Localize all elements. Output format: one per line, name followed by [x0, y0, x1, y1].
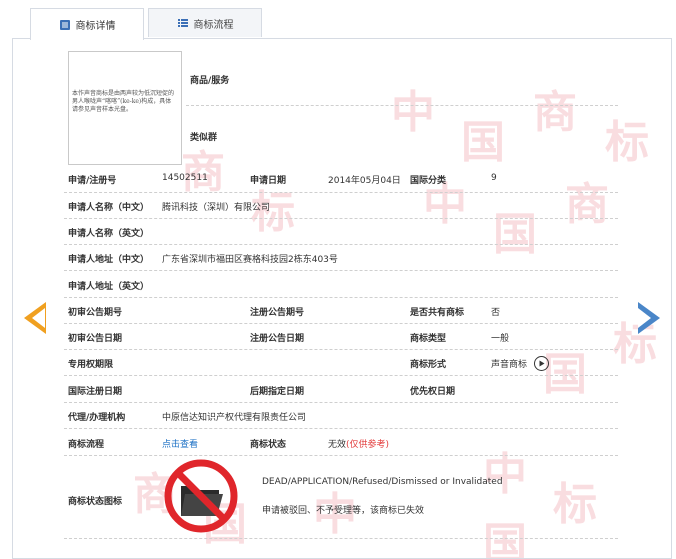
reg-pub-date-label: 注册公告日期 [250, 334, 305, 344]
tab-label: 商标详情 [75, 21, 116, 32]
trademark-type: 一般 [491, 334, 510, 344]
watermark-char: 商 [181, 147, 225, 198]
play-sound-button[interactable] [534, 356, 549, 371]
status-label: 商标状态 [250, 440, 287, 450]
application-number: 14502511 [162, 173, 208, 183]
view-process-link[interactable]: 点击查看 [162, 437, 198, 450]
tab-trademark-details[interactable]: 商标详情 [30, 8, 144, 40]
divider [64, 428, 618, 429]
divider [64, 323, 618, 324]
exclusive-period-label: 专用权期限 [68, 360, 114, 370]
applicant-cn: 腾讯科技（深圳）有限公司 [162, 203, 271, 213]
address-cn-label: 申请人地址（中文） [68, 255, 150, 265]
status-text: 无效 [328, 440, 347, 450]
arrow-right-icon [638, 308, 651, 328]
priority-date-label: 优先权日期 [410, 387, 456, 397]
application-date-label: 申请日期 [250, 176, 287, 186]
watermark-char: 国 [493, 209, 537, 260]
watermark-char: 商 [565, 179, 609, 230]
watermark-char: 国 [461, 117, 505, 168]
status-english: DEAD/APPLICATION/Refused/Dismissed or In… [262, 477, 503, 487]
status-chinese: 申请被驳回、不予受理等，该商标已失效 [262, 506, 425, 516]
prelim-pub-no-label: 初审公告期号 [68, 308, 123, 318]
divider [64, 375, 618, 376]
watermark-char: 国 [483, 519, 527, 559]
play-icon [539, 360, 545, 367]
tab-label: 商标流程 [193, 19, 234, 31]
shared-trademark-label: 是否共有商标 [410, 308, 465, 318]
divider [64, 192, 618, 193]
watermark-char: 中 [483, 449, 527, 500]
arrow-left-icon [32, 308, 45, 328]
divider [64, 538, 618, 539]
divider [64, 455, 618, 456]
trademark-type-label: 商标类型 [410, 334, 447, 344]
list-icon [177, 19, 188, 27]
document-icon [59, 19, 70, 30]
trademark-image-text: 本作声音商标是由两声较为低沉短促的男人喉咙声“喀喀”(ke-ke)构成，具体请参… [72, 90, 175, 113]
applicant-en-label: 申请人名称（英文） [68, 229, 150, 239]
watermark-char: 商 [533, 87, 577, 138]
intl-class-label: 国际分类 [410, 176, 447, 186]
tab-trademark-process[interactable]: 商标流程 [148, 8, 262, 37]
application-date: 2014年05月04日 [328, 176, 401, 186]
divider [64, 349, 618, 350]
tab-bar: 商标详情 商标流程 [12, 8, 672, 40]
address-en-label: 申请人地址（英文） [68, 282, 150, 292]
prelim-pub-date-label: 初审公告日期 [68, 334, 123, 344]
status-icon-label: 商标状态图标 [68, 497, 123, 507]
divider [64, 218, 618, 219]
goods-services-label: 商品/服务 [190, 76, 230, 86]
shared-trademark: 否 [491, 308, 501, 318]
watermark-char: 中 [391, 87, 435, 138]
applicant-cn-label: 申请人名称（中文） [68, 203, 150, 213]
divider [186, 105, 618, 106]
intl-reg-date-label: 国际注册日期 [68, 387, 123, 397]
similar-group-label: 类似群 [190, 133, 218, 143]
watermark-char: 标 [553, 479, 597, 530]
watermark-char: 标 [605, 117, 649, 168]
divider [64, 244, 618, 245]
trademark-form: 声音商标 [491, 360, 528, 370]
status-value: 无效(仅供参考) [328, 437, 389, 450]
prohibited-folder-icon [164, 459, 238, 533]
trademark-form-label: 商标形式 [410, 360, 447, 370]
divider [64, 297, 618, 298]
divider [64, 402, 618, 403]
reg-pub-no-label: 注册公告期号 [250, 308, 305, 318]
status-note: (仅供参考) [346, 440, 390, 450]
divider [64, 270, 618, 271]
agent: 中原信达知识产权代理有限责任公司 [162, 413, 307, 423]
later-designation-label: 后期指定日期 [250, 387, 305, 397]
process-label: 商标流程 [68, 440, 105, 450]
intl-class: 9 [491, 173, 497, 183]
application-number-label: 申请/注册号 [68, 176, 117, 186]
address-cn: 广东省深圳市福田区赛格科技园2栋东403号 [162, 255, 338, 265]
agent-label: 代理/办理机构 [68, 413, 126, 423]
watermark-char: 国 [543, 349, 587, 400]
